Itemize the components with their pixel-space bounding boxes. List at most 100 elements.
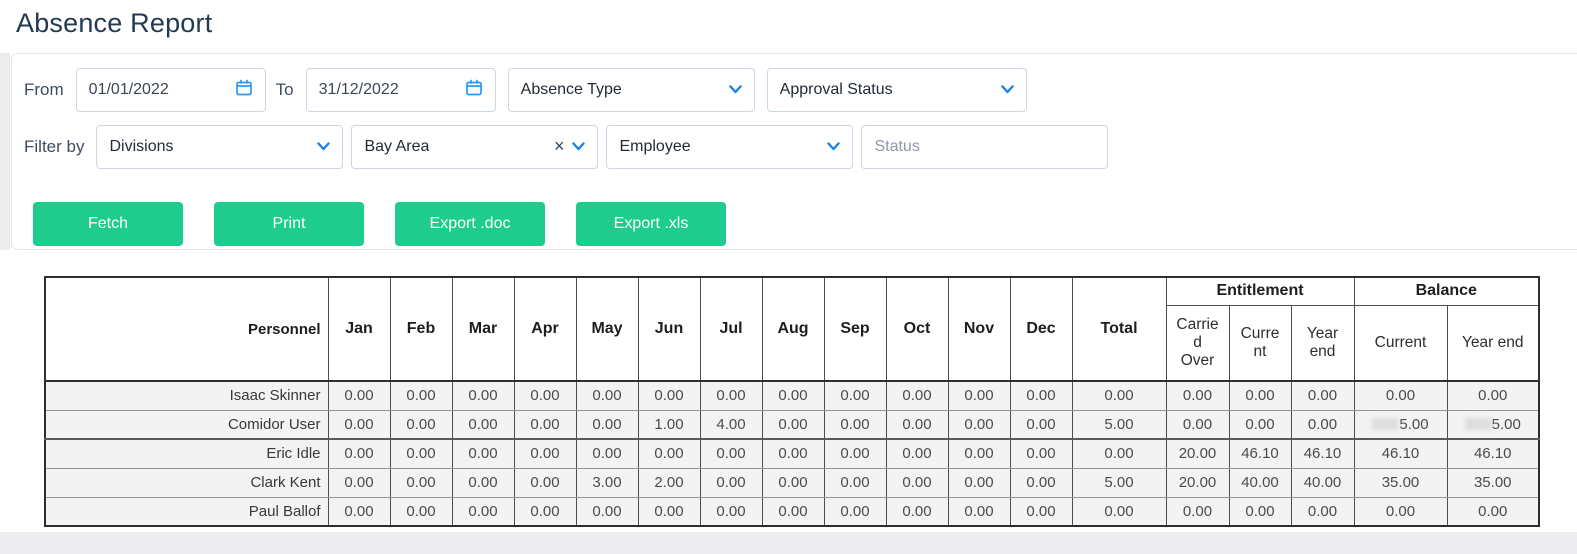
month-value-cell: 0.00 [327,409,391,440]
month-value-cell: 0.00 [823,438,887,469]
entitlement-year-end-cell: 0.00 [1290,409,1355,440]
entitlement-year-end-header: Year end [1290,304,1355,382]
from-label: From [24,80,64,99]
absence-type-value: Absence Type [520,81,622,98]
entitlement-current-header: Current [1228,304,1292,382]
entitlement-current-cell: 0.00 [1228,409,1292,440]
month-value-cell: 0.00 [761,380,825,411]
to-date-input[interactable]: 31/12/2022 [305,68,496,112]
month-header: Jul [699,276,763,382]
total-cell: 5.00 [1071,467,1167,498]
table-row: Paul Ballof 0.00 0.00 0.00 0.00 0.00 0.00 0.00 0… [44,496,1540,527]
entitlement-carried-over-cell: 20.00 [1165,438,1230,469]
balance-year-end-cell: 0.00 [1446,380,1540,411]
fetch-button[interactable]: Fetch [33,202,183,246]
division-multiselect[interactable]: Bay Area × [351,125,599,169]
employee-select[interactable]: Employee [606,125,854,169]
status-input[interactable]: Status [861,125,1109,169]
month-value-cell: 0.00 [885,496,949,527]
month-value-cell: 0.00 [451,467,515,498]
entitlement-year-end-cell: 0.00 [1290,380,1355,411]
month-value-cell: 0.00 [823,380,887,411]
filter-row-entities: Filter by Divisions Bay Area × Employee … [24,125,1109,169]
month-value-cell: 0.00 [1009,409,1073,440]
month-value-cell: 0.00 [575,409,639,440]
entitlement-header: Entitlement [1165,276,1355,306]
print-button[interactable]: Print [214,202,364,246]
balance-current-cell: 5.00 [1353,409,1448,440]
month-value-cell: 3.00 [575,467,639,498]
month-value-cell: 0.00 [389,380,453,411]
calendar-icon[interactable] [465,79,483,102]
clear-icon[interactable]: × [548,137,571,157]
entitlement-year-end-cell: 40.00 [1290,467,1355,498]
month-value-cell: 0.00 [947,438,1011,469]
month-value-cell: 0.00 [513,380,577,411]
balance-current-cell: 46.10 [1353,438,1448,469]
personnel-cell: Isaac Skinner [44,380,329,411]
entitlement-current-cell: 40.00 [1228,467,1292,498]
approval-status-value: Approval Status [779,81,893,98]
redaction-smudge [1464,417,1491,430]
chevron-down-icon [827,138,841,156]
page-left-gutter [0,53,10,250]
month-header: Jun [637,276,701,382]
chevron-down-icon [317,138,331,156]
export-xls-button[interactable]: Export .xls [576,202,726,246]
carried-over-header: Carried Over [1165,304,1230,382]
approval-status-select[interactable]: Approval Status [766,68,1027,112]
total-cell: 5.00 [1071,409,1167,440]
balance-current-header: Current [1353,304,1448,382]
month-value-cell: 0.00 [947,409,1011,440]
month-value-cell: 0.00 [451,380,515,411]
page-title: Absence Report [16,8,213,38]
total-cell: 0.00 [1071,380,1167,411]
month-value-cell: 0.00 [451,409,515,440]
month-value-cell: 0.00 [1009,438,1073,469]
month-header: Jan [327,276,391,382]
chevron-down-icon [1000,81,1014,99]
month-value-cell: 0.00 [947,496,1011,527]
division-selected-value: Bay Area [364,138,430,155]
month-value-cell: 0.00 [699,467,763,498]
redaction-smudge [1372,417,1399,430]
from-date-input[interactable]: 01/01/2022 [75,68,266,112]
balance-year-end-cell: 35.00 [1446,467,1540,498]
personnel-cell: Paul Ballof [44,496,329,527]
month-value-cell: 0.00 [699,496,763,527]
month-header: Oct [885,276,949,382]
month-value-cell: 0.00 [637,438,701,469]
month-value-cell: 0.00 [327,438,391,469]
balance-year-end-header: Year end [1446,304,1540,382]
month-value-cell: 0.00 [823,409,887,440]
month-value-cell: 0.00 [947,467,1011,498]
entitlement-current-cell: 0.00 [1228,496,1292,527]
calendar-icon[interactable] [235,79,253,102]
balance-current-cell: 0.00 [1353,496,1448,527]
personnel-cell: Clark Kent [44,467,329,498]
total-cell: 0.00 [1071,496,1167,527]
total-header: Total [1071,276,1167,382]
absence-report-table-wrap: Personnel Jan Feb Mar Apr May Jun Jul Au… [44,276,1540,527]
month-value-cell: 0.00 [1009,467,1073,498]
month-header: May [575,276,639,382]
month-value-cell: 0.00 [885,438,949,469]
chevron-down-icon [572,138,586,156]
month-value-cell: 0.00 [1009,380,1073,411]
month-value-cell: 0.00 [575,496,639,527]
filter-panel: From 01/01/2022 To 31/12/2022 Absence Ty… [11,53,1577,250]
balance-year-end-cell: 46.10 [1446,438,1540,469]
absence-report-table: Personnel Jan Feb Mar Apr May Jun Jul Au… [44,276,1540,527]
month-value-cell: 0.00 [327,496,391,527]
entitlement-carried-over-cell: 0.00 [1165,496,1230,527]
status-placeholder: Status [874,138,920,155]
absence-type-select[interactable]: Absence Type [507,68,755,112]
month-value-cell: 0.00 [389,467,453,498]
month-value-cell: 0.00 [761,467,825,498]
month-header: Feb [389,276,453,382]
divisions-select[interactable]: Divisions [96,125,344,169]
total-cell: 0.00 [1071,438,1167,469]
export-doc-button[interactable]: Export .doc [395,202,545,246]
table-row: Eric Idle 0.00 0.00 0.00 0.00 0.00 0.00 0.00 0.0… [44,438,1540,469]
month-value-cell: 0.00 [699,438,763,469]
